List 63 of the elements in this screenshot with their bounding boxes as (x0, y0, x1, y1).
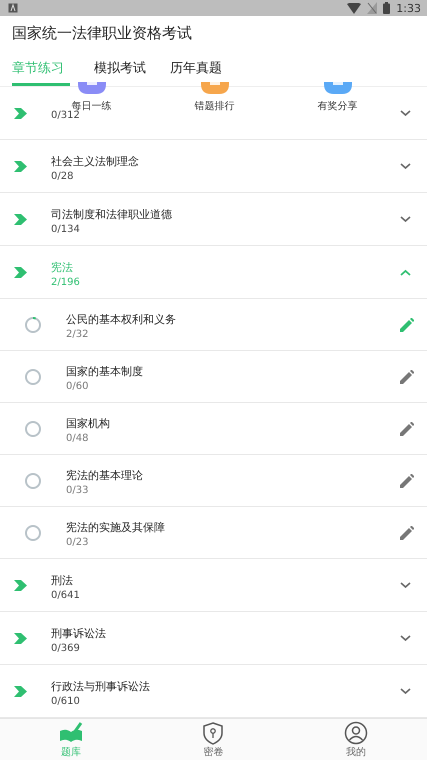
expand-icon[interactable] (400, 634, 411, 642)
question-count: 2/196 (51, 277, 81, 288)
tab[interactable]: 模拟考试 (94, 48, 146, 86)
nav-tab[interactable]: 密卷 (142, 719, 285, 760)
collapse-icon[interactable] (400, 268, 411, 276)
signal-icon (367, 2, 378, 14)
question-count: 0/28 (51, 171, 74, 182)
question-count: 0/312 (51, 110, 80, 121)
chapter-title: 司法制度和法律职业道德 (51, 207, 173, 222)
pencil-icon[interactable] (400, 526, 414, 540)
question-count: 0/60 (66, 380, 90, 392)
question-count: 0/369 (51, 643, 81, 654)
chapter-title: 刑事诉讼法 (51, 626, 107, 642)
question-count: 0/48 (66, 432, 90, 444)
notification-icon (8, 3, 18, 14)
battery-icon (383, 2, 390, 14)
question-count: 0/641 (51, 590, 81, 602)
chapter-title: 刑法 (51, 573, 74, 588)
question-count: 0/610 (51, 696, 81, 708)
shortcut-label[interactable]: 错题排行 (194, 99, 234, 114)
expand-icon[interactable] (400, 582, 411, 589)
section-title: 公民的基本权利和义务 (66, 312, 177, 327)
question-count: 0/33 (66, 484, 90, 496)
chevron-marker-icon (14, 160, 27, 172)
pencil-icon[interactable] (400, 474, 414, 488)
profile-icon (342, 720, 369, 745)
nav-tab[interactable]: 我的 (284, 719, 427, 760)
expand-icon[interactable] (400, 216, 411, 223)
section-title: 宪法的基本理论 (66, 468, 144, 483)
shortcut-label[interactable]: 有奖分享 (318, 99, 358, 114)
chapter-title: 宪法 (51, 260, 74, 276)
wifi-icon (347, 2, 362, 14)
expand-icon[interactable] (400, 162, 411, 170)
chevron-marker-icon (14, 266, 27, 278)
chapter-title: 行政法与刑事诉讼法 (51, 679, 151, 694)
book-check-icon (58, 720, 84, 745)
shortcut-icon[interactable] (324, 82, 352, 94)
question-count: 0/134 (51, 224, 81, 236)
status-time: 1:33 (396, 2, 421, 15)
chevron-marker-icon (14, 580, 27, 591)
app-title: 国家统一法律职业资格考试 (11, 23, 193, 44)
progress-ring (24, 472, 42, 490)
expand-icon[interactable] (400, 110, 411, 117)
expand-icon[interactable] (400, 688, 411, 695)
chevron-marker-icon (14, 214, 27, 225)
progress-ring (24, 316, 42, 334)
chevron-marker-icon (14, 108, 27, 119)
tab[interactable]: 历年真题 (170, 48, 222, 86)
section-title: 国家机构 (66, 416, 111, 431)
progress-ring (24, 524, 42, 542)
question-count: 0/23 (66, 536, 90, 548)
progress-ring (24, 368, 42, 386)
pencil-icon[interactable] (400, 370, 414, 384)
chevron-marker-icon (14, 686, 27, 697)
question-count: 2/32 (66, 328, 90, 340)
chevron-marker-icon (14, 632, 27, 644)
progress-ring (24, 420, 42, 438)
shortcut-icon[interactable] (78, 82, 106, 94)
chapter-title: 社会主义法制理念 (51, 154, 140, 170)
section-title: 宪法的实施及其保障 (66, 520, 166, 535)
section-title: 国家的基本制度 (66, 364, 144, 379)
pencil-icon[interactable] (400, 422, 414, 436)
pencil-icon[interactable] (400, 318, 414, 332)
